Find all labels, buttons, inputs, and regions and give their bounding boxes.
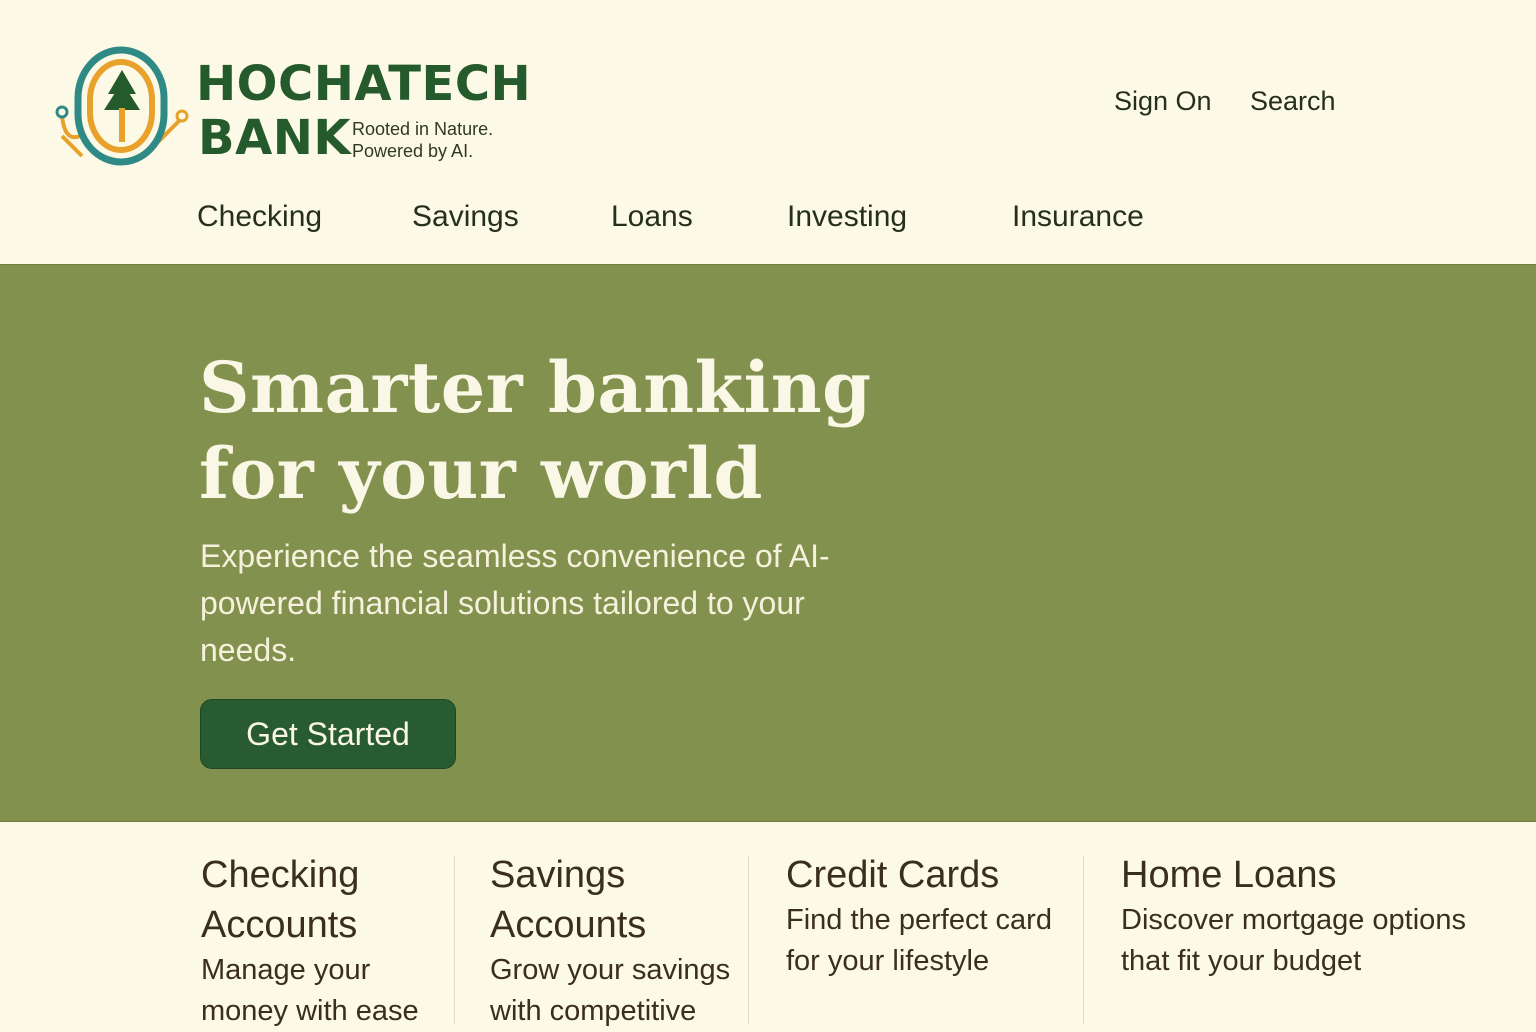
product-strip: Checking Accounts Manage your money with… — [0, 822, 1536, 1027]
product-title[interactable]: Savings Accounts — [490, 850, 735, 950]
product-description: Find the perfect card for your lifestyle — [786, 904, 1052, 977]
tagline-line1: Rooted in Nature. — [352, 119, 494, 139]
product-title[interactable]: Home Loans — [1121, 850, 1491, 900]
get-started-button[interactable]: Get Started — [200, 699, 456, 769]
product-description: Manage your money with ease — [201, 954, 419, 1027]
product-card-checking[interactable]: Checking Accounts Manage your money with… — [201, 850, 441, 1032]
divider — [454, 856, 455, 1024]
product-title[interactable]: Credit Cards — [786, 850, 1076, 900]
brand-name-bank[interactable]: BANK — [198, 112, 351, 164]
divider — [1083, 856, 1084, 1024]
hero-title-line1: Smarter banking — [199, 346, 872, 429]
nav-item-insurance[interactable]: Insurance — [1012, 200, 1144, 234]
nav-item-savings[interactable]: Savings — [412, 200, 519, 234]
hero-banner: Smarter banking for your world Experienc… — [0, 264, 1536, 822]
nav-item-investing[interactable]: Investing — [787, 200, 907, 234]
divider — [748, 856, 749, 1024]
product-title[interactable]: Checking Accounts — [201, 850, 441, 950]
tagline-line2: Powered by AI. — [352, 141, 474, 161]
product-card-savings[interactable]: Savings Accounts Grow your savings with … — [490, 850, 735, 1032]
tree-circuit-icon[interactable] — [52, 44, 192, 168]
hero-title: Smarter banking for your world — [199, 345, 959, 517]
site-header: HOCHATECH BANK Rooted in Nature. Powered… — [0, 0, 1536, 264]
hero-subtitle: Experience the seamless convenience of A… — [200, 538, 830, 668]
search-link[interactable]: Search — [1250, 86, 1336, 117]
hero-title-line2: for your world — [199, 432, 763, 515]
brand-name[interactable]: HOCHATECH — [196, 58, 531, 110]
product-description: Discover mortgage options that fit your … — [1121, 904, 1466, 977]
sign-on-link[interactable]: Sign On — [1114, 86, 1212, 117]
product-description: Grow your savings with competitive — [490, 954, 731, 1027]
brand-tagline: Rooted in Nature. Powered by AI. — [352, 118, 493, 162]
nav-item-checking[interactable]: Checking — [197, 200, 322, 234]
product-card-credit-cards[interactable]: Credit Cards Find the perfect card for y… — [786, 850, 1076, 982]
nav-item-loans[interactable]: Loans — [611, 200, 693, 234]
product-card-home-loans[interactable]: Home Loans Discover mortgage options tha… — [1121, 850, 1491, 982]
